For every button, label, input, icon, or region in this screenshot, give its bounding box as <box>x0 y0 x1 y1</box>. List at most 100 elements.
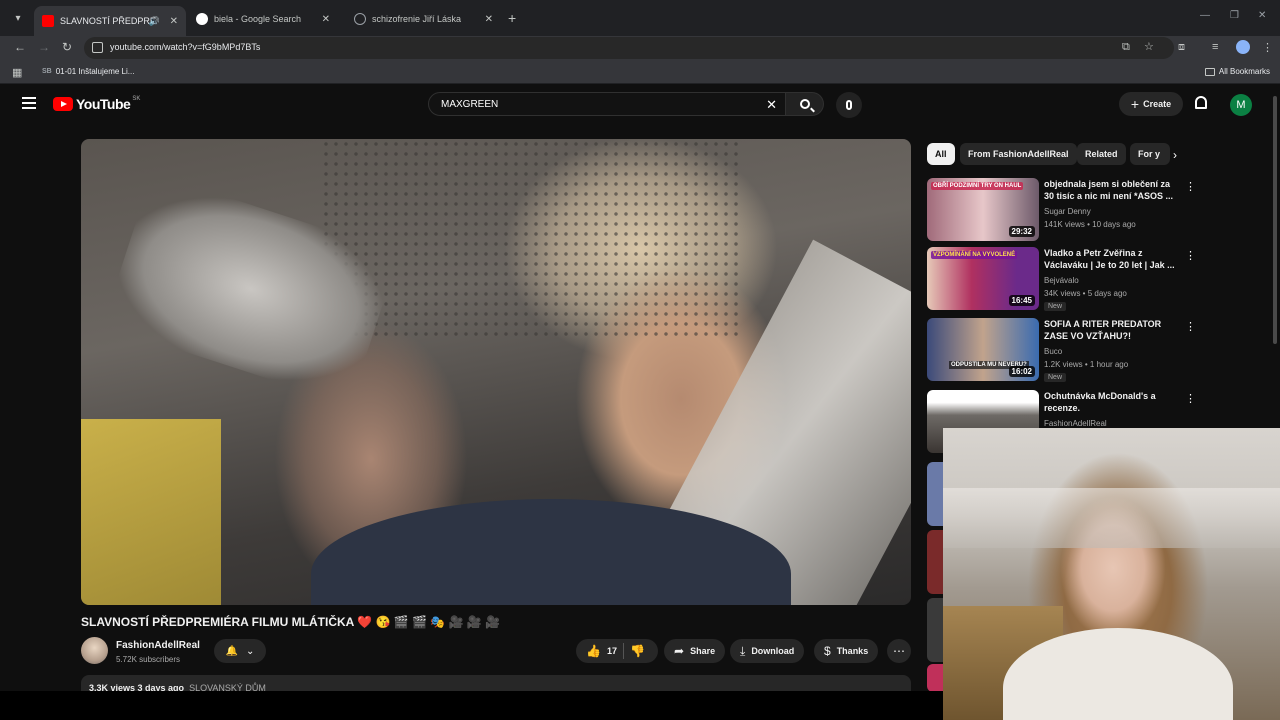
extensions-icon[interactable]: ⧈ <box>1178 41 1185 54</box>
google-favicon-icon <box>196 13 208 25</box>
share-icon: ➦ <box>674 644 685 658</box>
chip-for-you[interactable]: For y <box>1130 143 1170 165</box>
bookmark-star-icon[interactable]: ☆ <box>1144 40 1154 53</box>
subscriber-count: 5.72K subscribers <box>116 655 181 664</box>
bell-icon: 🔔 <box>225 645 239 657</box>
rec-channel[interactable]: FashionAdellReal <box>1044 419 1107 428</box>
new-badge: New <box>1044 373 1067 382</box>
download-button[interactable]: ⤓ Download <box>730 639 805 663</box>
bookmark-label: 01-01 Inštalujeme Li... <box>55 67 135 76</box>
all-bookmarks-button[interactable]: All Bookmarks <box>1204 67 1270 76</box>
browser-toolbar: ← → ↻ youtube.com/watch?v=fG9bMPd7BTs ⧉ … <box>0 36 1280 60</box>
back-icon[interactable]: ← <box>14 40 26 54</box>
video-thumbnail[interactable] <box>927 462 943 526</box>
share-button[interactable]: ➦ Share <box>664 639 726 663</box>
description-box[interactable]: 3.3K views 3 days ago SLOVANSKÝ DŮM <box>81 675 911 691</box>
logo-text: YouTube <box>76 96 131 112</box>
url-text[interactable]: youtube.com/watch?v=fG9bMPd7BTs <box>110 42 260 52</box>
notifications-bell-icon[interactable] <box>1195 96 1207 109</box>
rec-title[interactable]: Vladko a Petr Zvěřina z Václaváku | Je t… <box>1044 247 1176 271</box>
tab-google-search[interactable]: biela - Google Search ✕ <box>188 6 338 32</box>
youtube-favicon-icon <box>42 15 54 27</box>
rec-meta: 141K views • 10 days ago <box>1044 220 1136 229</box>
close-tab-icon[interactable]: ✕ <box>485 14 493 25</box>
video-thumbnail[interactable]: VZPOMÍNÁNÍ NA VYVOLENÉ 16:45 <box>927 247 1039 310</box>
video-thumbnail[interactable] <box>927 664 943 692</box>
thumbnail-text: OBŘÍ PODZIMNÍ TRY ON HAUL <box>931 182 1024 190</box>
reload-icon[interactable]: ↻ <box>62 40 72 54</box>
download-icon: ⤓ <box>740 643 746 658</box>
channel-avatar[interactable] <box>81 637 108 664</box>
search-input[interactable]: MAXGREEN ✕ <box>428 92 786 116</box>
close-window-icon[interactable]: ✕ <box>1258 10 1266 21</box>
restore-icon[interactable]: ❐ <box>1230 10 1239 21</box>
menu-icon[interactable] <box>22 97 36 109</box>
plus-icon: + <box>1130 96 1140 112</box>
account-avatar[interactable]: M <box>1230 94 1252 116</box>
speaker-icon[interactable]: 🔊 <box>149 16 160 27</box>
subscription-bell-button[interactable]: 🔔 ⌄ <box>214 639 266 663</box>
voice-search-button[interactable] <box>836 92 862 118</box>
close-tab-icon[interactable]: ✕ <box>322 14 330 25</box>
chip-from-channel[interactable]: From FashionAdellReal <box>960 143 1077 165</box>
video-thumbnail[interactable]: ODPUSTILA MU NEVERU? 16:02 <box>927 318 1039 381</box>
chip-all[interactable]: All <box>927 143 955 165</box>
tab-search-dropdown-icon[interactable]: ▾ <box>8 8 28 28</box>
chip-related[interactable]: Related <box>1077 143 1126 165</box>
tab-youtube-video[interactable]: SLAVNOSTÍ PŘEDPREMIÉRA 🔊 ✕ <box>34 6 186 36</box>
duration-badge: 16:45 <box>1008 295 1035 306</box>
bookmark-item[interactable]: SB 01-01 Inštalujeme Li... <box>42 67 134 76</box>
thumbs-up-icon[interactable]: 👍 <box>586 644 601 658</box>
location-tag[interactable]: SLOVANSKÝ DŮM <box>189 683 266 691</box>
media-control-icon[interactable]: ≡ <box>1212 41 1218 53</box>
profile-avatar-icon[interactable] <box>1236 40 1250 54</box>
kebab-menu-icon[interactable]: ⋮ <box>1185 392 1196 405</box>
video-thumbnail[interactable] <box>927 598 943 662</box>
thanks-button[interactable]: $ Thanks <box>814 639 879 663</box>
kebab-menu-icon[interactable]: ⋮ <box>1185 249 1196 262</box>
video-title: SLAVNOSTÍ PŘEDPREMIÉRA FILMU MLÁTIČKA ❤️… <box>81 615 501 629</box>
recommendation-item[interactable]: OBŘÍ PODZIMNÍ TRY ON HAUL 29:32 objednal… <box>927 178 1197 242</box>
like-count[interactable]: 17 <box>607 646 617 656</box>
youtube-logo[interactable]: YouTube SK <box>53 96 140 112</box>
rec-channel[interactable]: Buco <box>1044 347 1062 356</box>
download-label: Download <box>751 646 795 656</box>
thumbs-down-icon[interactable]: 👎 <box>630 644 645 658</box>
forward-icon[interactable]: → <box>38 40 50 54</box>
kebab-menu-icon[interactable]: ⋮ <box>1185 320 1196 333</box>
minimize-icon[interactable]: — <box>1200 10 1210 21</box>
rec-channel[interactable]: Sugar Denny <box>1044 207 1091 216</box>
more-actions-icon[interactable]: ⋯ <box>887 639 911 663</box>
video-thumbnail[interactable]: OBŘÍ PODZIMNÍ TRY ON HAUL 29:32 <box>927 178 1039 241</box>
tab-schizofrenie[interactable]: schizofrenie Jiří Láska ✕ <box>346 6 501 32</box>
webcam-background-bed <box>943 488 1280 548</box>
rec-title[interactable]: SOFIA A RITER PREDATOR ZASE VO VZŤAHU?! <box>1044 318 1176 342</box>
channel-name[interactable]: FashionAdellReal <box>116 640 200 651</box>
rec-meta: 34K views • 5 days ago <box>1044 289 1127 298</box>
new-badge: New <box>1044 302 1067 311</box>
address-bar[interactable]: youtube.com/watch?v=fG9bMPd7BTs ⧉ ☆ <box>84 37 1174 59</box>
recommendation-item[interactable]: ODPUSTILA MU NEVERU? 16:02 SOFIA A RITER… <box>927 318 1197 382</box>
close-tab-icon[interactable]: ✕ <box>170 16 178 27</box>
chrome-menu-icon[interactable]: ⋮ <box>1262 41 1273 54</box>
chevron-right-icon[interactable]: › <box>1173 148 1177 162</box>
kebab-menu-icon[interactable]: ⋮ <box>1185 180 1196 193</box>
clear-search-icon[interactable]: ✕ <box>766 97 777 113</box>
rec-channel[interactable]: Bejvávalo <box>1044 276 1079 285</box>
search-query[interactable]: MAXGREEN <box>441 99 498 110</box>
duration-badge: 16:02 <box>1008 366 1035 377</box>
page-scrollbar[interactable] <box>1273 96 1277 344</box>
apps-grid-icon[interactable]: ▦ <box>12 66 22 79</box>
new-tab-icon[interactable]: + <box>508 10 516 26</box>
search-button[interactable] <box>786 92 824 116</box>
create-button[interactable]: + Create <box>1119 92 1183 116</box>
site-info-icon[interactable] <box>92 42 103 53</box>
recommendation-item[interactable]: VZPOMÍNÁNÍ NA VYVOLENÉ 16:45 Vladko a Pe… <box>927 247 1197 311</box>
video-player[interactable] <box>81 139 911 605</box>
video-frame-pattern <box>321 139 741 339</box>
rec-title[interactable]: Ochutnávka McDonald's a recenze. <box>1044 390 1176 414</box>
video-thumbnail[interactable] <box>927 530 943 594</box>
cast-icon[interactable]: ⧉ <box>1122 41 1130 54</box>
browser-tab-strip: ▾ SLAVNOSTÍ PŘEDPREMIÉRA 🔊 ✕ biela - Goo… <box>0 0 1280 36</box>
rec-title[interactable]: objednala jsem si oblečení za 30 tisíc a… <box>1044 178 1176 202</box>
